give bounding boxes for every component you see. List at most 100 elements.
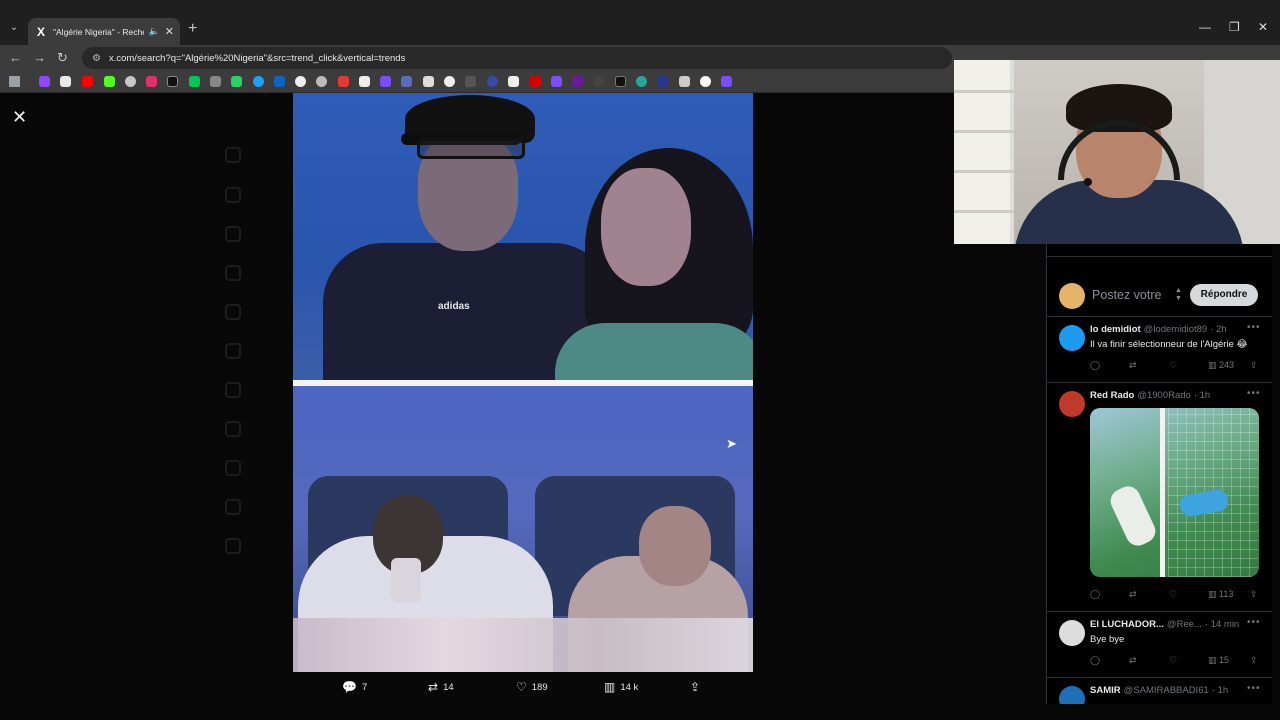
close-media-viewer-button[interactable]: ✕ bbox=[12, 107, 27, 128]
views-icon[interactable]: ▥ 15 bbox=[1208, 655, 1229, 666]
bookmark-app-icon[interactable] bbox=[636, 76, 647, 87]
tweet-handle[interactable]: @SAMIRABBADI61 bbox=[1124, 685, 1209, 696]
bookmark-web-icon[interactable] bbox=[125, 76, 136, 87]
address-bar[interactable]: ⚙ x.com/search?q="Algérie%20Nigeria"&src… bbox=[82, 47, 952, 69]
bookmark-app-icon[interactable] bbox=[593, 76, 604, 87]
apps-grid-icon[interactable] bbox=[9, 76, 20, 87]
tweet-handle[interactable]: @1900Rado bbox=[1137, 390, 1191, 401]
tweet-handle[interactable]: @lodemidiot89 bbox=[1144, 324, 1208, 335]
bookmark-app-icon[interactable] bbox=[359, 76, 370, 87]
more-options-icon[interactable]: ••• bbox=[1247, 617, 1261, 628]
bookmark-youtube-icon[interactable] bbox=[82, 76, 93, 87]
share-icon[interactable]: ⇪ bbox=[1250, 360, 1258, 371]
repost-icon[interactable]: ⇄ bbox=[1129, 360, 1137, 371]
back-button[interactable]: ← bbox=[9, 50, 22, 66]
repost-action[interactable]: ⇄ 14 bbox=[428, 680, 454, 694]
bookmark-app-icon[interactable] bbox=[572, 76, 583, 87]
tweet-author-name[interactable]: lo demidiot bbox=[1090, 324, 1141, 335]
tweet-time[interactable]: · 2h bbox=[1210, 324, 1226, 335]
bookmark-app-icon[interactable] bbox=[210, 76, 221, 87]
tweet-time[interactable]: · 1h bbox=[1212, 685, 1228, 696]
site-info-icon[interactable]: ⚙ bbox=[92, 53, 101, 64]
media-image[interactable]: adidas bbox=[293, 93, 753, 672]
audio-playing-icon[interactable]: 🔈 bbox=[149, 26, 160, 37]
window-maximize-button[interactable]: ❐ bbox=[1229, 20, 1240, 34]
tab-close-icon[interactable]: ✕ bbox=[165, 25, 174, 38]
tweet-handle[interactable]: @Ree... bbox=[1167, 619, 1202, 630]
more-options-icon[interactable]: ••• bbox=[1247, 322, 1261, 333]
bookmark-app-icon[interactable] bbox=[679, 76, 690, 87]
bookmark-twitch-icon[interactable] bbox=[39, 76, 50, 87]
reply-icon[interactable]: ◯ bbox=[1090, 360, 1100, 371]
bookmark-kick-icon[interactable] bbox=[104, 76, 115, 87]
tweet-author-name[interactable]: Red Rado bbox=[1090, 390, 1134, 401]
bookmark-whatsapp-icon[interactable] bbox=[231, 76, 242, 87]
bookmark-app-icon[interactable] bbox=[700, 76, 711, 87]
tweet-author-name[interactable]: El LUCHADOR... bbox=[1090, 619, 1164, 630]
bookmark-app-icon[interactable] bbox=[189, 76, 200, 87]
bookmark-app-icon[interactable] bbox=[338, 76, 349, 87]
reply-input[interactable]: Postez votre bbox=[1092, 288, 1161, 302]
reply-tweet[interactable]: lo demidiot @lodemidiot89 · 2h ••• Il va… bbox=[1047, 317, 1272, 383]
bookmark-app-icon[interactable] bbox=[657, 76, 668, 87]
window-minimize-button[interactable]: — bbox=[1199, 20, 1211, 34]
like-action[interactable]: ♡ 189 bbox=[516, 680, 548, 694]
reply-button[interactable]: Répondre bbox=[1190, 284, 1258, 306]
heart-icon[interactable]: ♡ bbox=[1169, 360, 1177, 371]
reply-tweet[interactable]: SAMIR @SAMIRABBADI61 · 1h ••• bbox=[1047, 678, 1272, 704]
tweet-avatar[interactable] bbox=[1059, 391, 1085, 417]
repost-icon[interactable]: ⇄ bbox=[1129, 655, 1137, 666]
repost-icon[interactable]: ⇄ bbox=[1129, 589, 1137, 600]
bookmark-app-icon[interactable] bbox=[444, 76, 455, 87]
bookmark-app-icon[interactable] bbox=[465, 76, 476, 87]
forward-button[interactable]: → bbox=[33, 50, 46, 66]
x-favicon-icon: X bbox=[36, 24, 45, 39]
bookmark-linkedin-icon[interactable] bbox=[274, 76, 285, 87]
bookmark-app-icon[interactable] bbox=[253, 76, 264, 87]
reply-action[interactable]: 💬 7 bbox=[342, 680, 367, 694]
tab-search-chevron-icon[interactable]: ⌄ bbox=[6, 20, 22, 36]
tweet-image[interactable] bbox=[1090, 408, 1259, 577]
reply-tweet[interactable]: Red Rado @1900Rado · 1h ••• ◯ ⇄ ♡ ▥ 113 … bbox=[1047, 383, 1272, 612]
reply-icon[interactable]: ◯ bbox=[1090, 655, 1100, 666]
reply-tweet[interactable]: El LUCHADOR... @Ree... · 14 min ••• Bye … bbox=[1047, 612, 1272, 678]
bookmark-app-icon[interactable] bbox=[380, 76, 391, 87]
bookmark-app-icon[interactable] bbox=[508, 76, 519, 87]
heart-icon[interactable]: ♡ bbox=[1169, 589, 1177, 600]
bookmark-instagram-icon[interactable] bbox=[146, 76, 157, 87]
views-action[interactable]: ▥ 14 k bbox=[604, 680, 638, 694]
new-tab-button[interactable]: + bbox=[188, 21, 197, 37]
bookmark-x-icon[interactable] bbox=[60, 76, 71, 87]
share-action[interactable]: ⇪ bbox=[690, 680, 700, 694]
bookmark-app-icon[interactable] bbox=[423, 76, 434, 87]
views-icon[interactable]: ▥ 113 bbox=[1208, 589, 1233, 600]
media-photo-top: adidas bbox=[293, 93, 753, 380]
bookmark-app-icon[interactable] bbox=[551, 76, 562, 87]
reload-button[interactable]: ↻ bbox=[57, 50, 68, 66]
bookmark-app-icon[interactable] bbox=[721, 76, 732, 87]
bookmark-app-icon[interactable] bbox=[615, 76, 626, 87]
share-icon[interactable]: ⇪ bbox=[1250, 589, 1258, 600]
tweet-author-name[interactable]: SAMIR bbox=[1090, 685, 1121, 696]
tweet-avatar[interactable] bbox=[1059, 325, 1085, 351]
bookmark-tiktok-icon[interactable] bbox=[167, 76, 178, 87]
bookmark-info-icon[interactable] bbox=[295, 76, 306, 87]
bookmark-app-icon[interactable] bbox=[316, 76, 327, 87]
user-avatar[interactable] bbox=[1059, 283, 1085, 309]
more-options-icon[interactable]: ••• bbox=[1247, 683, 1261, 694]
share-icon[interactable]: ⇪ bbox=[1250, 655, 1258, 666]
browser-tab[interactable]: X "Algérie Nigeria" - Recherch 🔈 ✕ bbox=[28, 18, 180, 45]
heart-icon[interactable]: ♡ bbox=[1169, 655, 1177, 666]
tweet-avatar[interactable] bbox=[1059, 686, 1085, 704]
bookmark-app-icon[interactable] bbox=[401, 76, 412, 87]
tweet-time[interactable]: · 1h bbox=[1194, 390, 1210, 401]
views-icon[interactable]: ▥ 243 bbox=[1208, 360, 1234, 371]
tweet-avatar[interactable] bbox=[1059, 620, 1085, 646]
tweet-time[interactable]: · 14 min bbox=[1205, 619, 1239, 630]
reply-icon[interactable]: ◯ bbox=[1090, 589, 1100, 600]
bookmark-app-icon[interactable] bbox=[530, 76, 541, 87]
reply-composer: Postez votre ▲ ▼ Répondre bbox=[1047, 257, 1272, 317]
window-close-button[interactable]: ✕ bbox=[1258, 20, 1268, 34]
more-options-icon[interactable]: ••• bbox=[1247, 388, 1261, 399]
bookmark-app-icon[interactable] bbox=[487, 76, 498, 87]
